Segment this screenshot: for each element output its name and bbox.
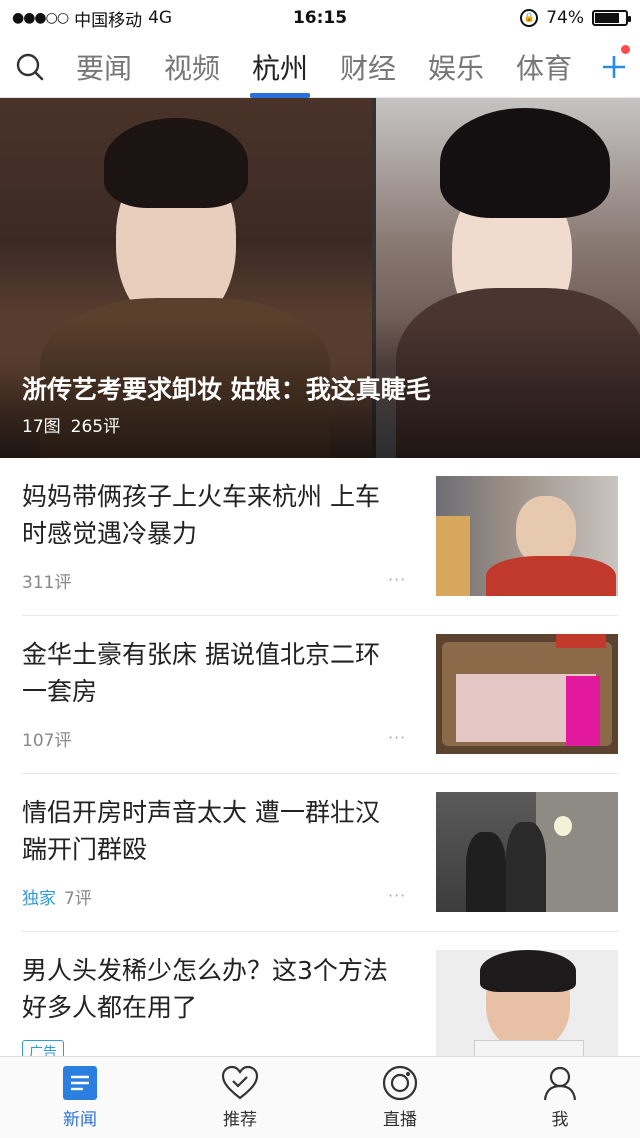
channel-tabs: 要闻 视频 杭州 财经 娱乐 体育 [60, 36, 588, 98]
tab-entertainment[interactable]: 娱乐 [412, 36, 500, 98]
news-thumbnail [436, 950, 618, 1070]
bottom-tab-bar: 新闻 推荐 直播 我 [0, 1056, 640, 1138]
news-title: 情侣开房时声音太大 遭一群壮汉踹开门群殴 [22, 798, 380, 864]
person-icon [543, 1066, 577, 1101]
tab-yaowen[interactable]: 要闻 [60, 36, 148, 98]
notification-dot [621, 44, 630, 54]
heart-check-icon [221, 1065, 259, 1100]
status-right: 🔒 74% [520, 8, 631, 28]
network-label: 4G [148, 8, 173, 28]
status-left: ●●●○○ 中国移动 4G [12, 6, 172, 31]
tab-news[interactable]: 新闻 [0, 1057, 160, 1138]
tab-hangzhou[interactable]: 杭州 [236, 36, 324, 98]
news-title: 男人头发稀少怎么办？这3个方法好多人都在用了 [22, 956, 388, 1022]
comment-count: 7评 [64, 889, 92, 909]
exclusive-tag: 独家 [22, 889, 56, 909]
news-item[interactable]: 情侣开房时声音太大 遭一群壮汉踹开门群殴 独家 7评 ··· [0, 774, 640, 932]
hero-meta: 17图 265评 [22, 412, 120, 437]
tab-recommend-label: 推荐 [223, 1110, 257, 1130]
news-item[interactable]: 金华土豪有张床 据说值北京二环一套房 107评 ··· [0, 616, 640, 774]
channel-nav: 要闻 视频 杭州 财经 娱乐 体育 [0, 36, 640, 98]
carrier-label: 中国移动 [74, 10, 143, 31]
news-thumbnail [436, 634, 618, 754]
rotation-lock-icon: 🔒 [520, 9, 539, 27]
plus-icon [603, 55, 625, 78]
hero-story[interactable]: 浙传艺考要求卸妆 姑娘：我这真睫毛 17图 265评 [0, 98, 640, 458]
news-title: 妈妈带俩孩子上火车来杭州 上车时感觉遇冷暴力 [22, 482, 380, 548]
tab-recommend[interactable]: 推荐 [160, 1057, 320, 1138]
news-meta: 311评 [22, 568, 71, 593]
comment-count: 311评 [22, 573, 72, 593]
hero-photo-count: 17图 [22, 417, 61, 437]
more-options-icon[interactable]: ··· [388, 886, 406, 905]
tab-live[interactable]: 直播 [320, 1057, 480, 1138]
tab-news-label: 新闻 [63, 1110, 97, 1130]
live-icon [382, 1065, 418, 1101]
signal-icon: ●●●○○ [12, 10, 69, 26]
news-thumbnail [436, 792, 618, 912]
news-title: 金华土豪有张床 据说值北京二环一套房 [22, 640, 380, 706]
news-thumbnail [436, 476, 618, 596]
news-meta: 独家 7评 [22, 884, 92, 909]
tab-video[interactable]: 视频 [148, 36, 236, 98]
news-meta: 107评 [22, 726, 71, 751]
hero-comment-count: 265评 [70, 417, 121, 437]
tab-finance[interactable]: 财经 [324, 36, 412, 98]
tab-sports[interactable]: 体育 [500, 36, 588, 98]
tab-me-label: 我 [551, 1110, 569, 1130]
more-options-icon[interactable]: ··· [388, 570, 406, 589]
news-icon [63, 1066, 97, 1100]
battery-percent: 74% [546, 8, 584, 28]
comment-count: 107评 [22, 731, 72, 751]
battery-icon [592, 10, 631, 26]
search-icon[interactable] [0, 36, 60, 98]
hero-title: 浙传艺考要求卸妆 姑娘：我这真睫毛 [22, 375, 431, 404]
more-options-icon[interactable]: ··· [388, 728, 406, 747]
news-item[interactable]: 妈妈带俩孩子上火车来杭州 上车时感觉遇冷暴力 311评 ··· [0, 458, 640, 616]
tab-me[interactable]: 我 [480, 1057, 640, 1138]
add-channel-button[interactable] [588, 36, 640, 98]
tab-live-label: 直播 [383, 1110, 417, 1130]
status-bar: ●●●○○ 中国移动 4G 16:15 🔒 74% [0, 0, 640, 36]
